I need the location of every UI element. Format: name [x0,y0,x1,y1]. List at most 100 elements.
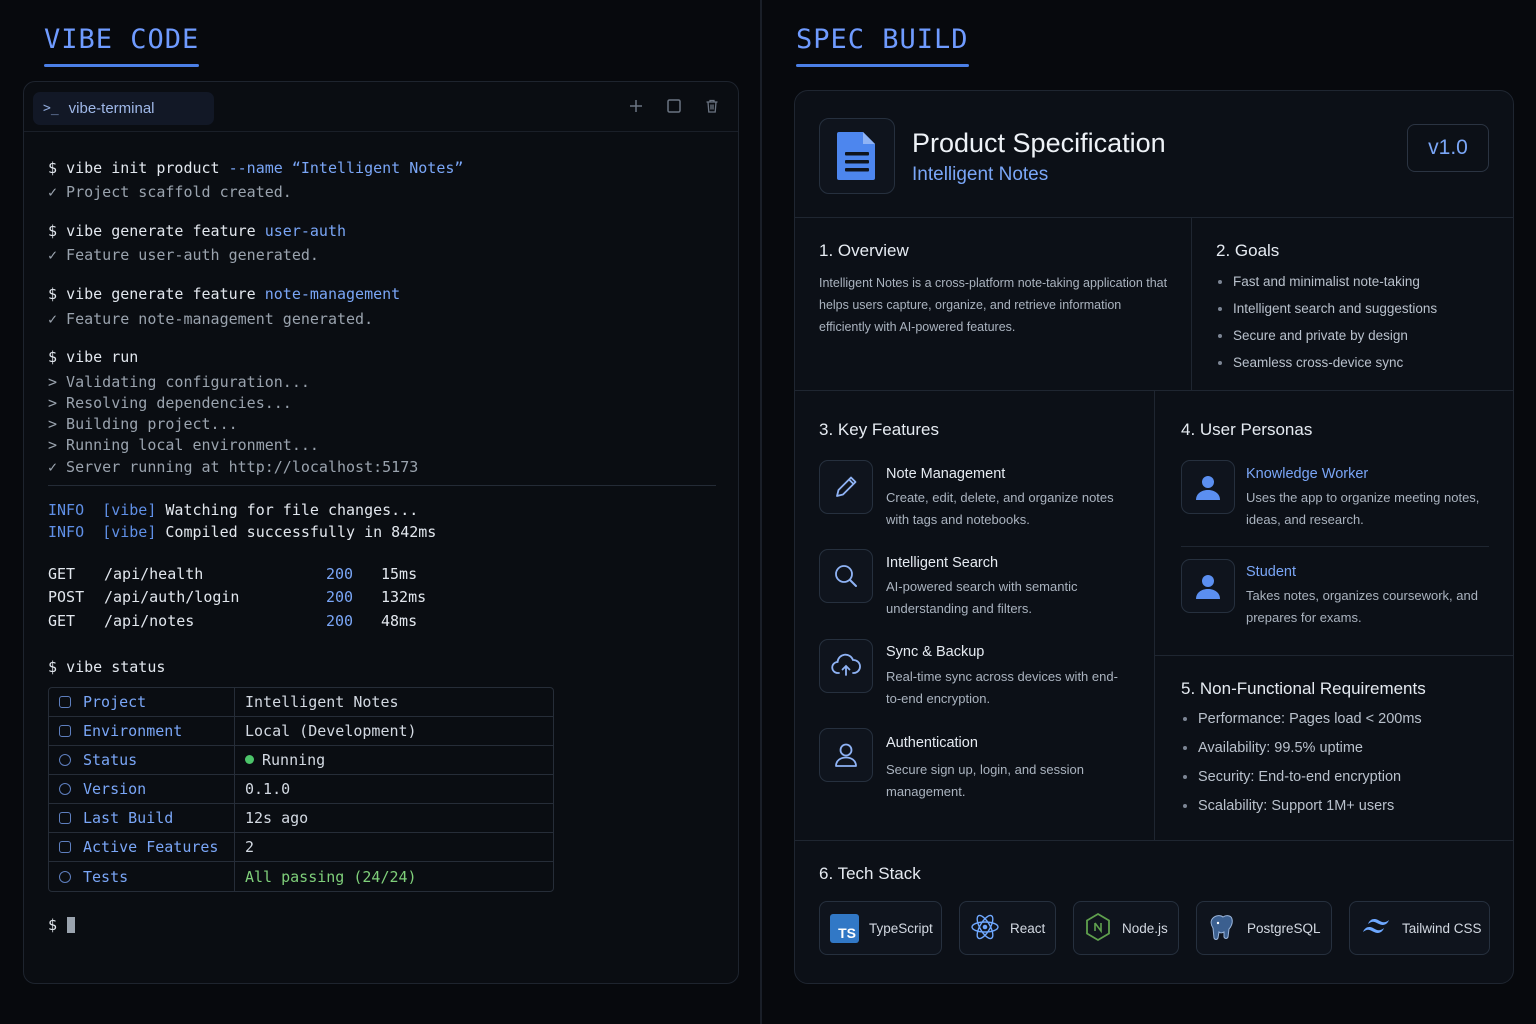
feature-desc: Create, edit, delete, and organize notes… [886,490,1114,527]
terminal-line: $ vibe run [48,348,139,366]
list-item: Fast and minimalist note-taking [1216,273,1437,300]
tech-label: React [1010,920,1046,936]
list-item: Intelligent search and suggestions [1216,300,1437,327]
cursor [67,917,76,933]
build-icon [59,812,71,824]
terminal-line: > Building project... [48,415,238,433]
request-time: 15ms [381,565,418,583]
tech-label: Tailwind CSS [1402,920,1482,936]
list-item: Security: End-to-end encryption [1181,768,1422,797]
running-dot [245,755,254,764]
personas-heading: 4. User Personas [1181,420,1313,439]
request-time: 48ms [381,612,418,630]
spec-build-title: SPEC BUILD [796,24,969,67]
divider [1154,390,1155,840]
maximize-icon[interactable] [664,96,684,116]
request-path: /api/auth/login [104,588,240,606]
postgresql-icon [1207,912,1237,945]
tech-stack-heading: 6. Tech Stack [819,864,921,883]
terminal-tab[interactable]: >_ vibe-terminal [33,92,214,125]
feature-title: Note Management [886,466,1006,482]
persona-title[interactable]: Knowledge Worker [1246,466,1368,482]
tests-icon [59,870,71,883]
table-row: Last Build 12s ago [49,804,553,833]
typescript-icon: TS [830,913,859,943]
request-method: GET [48,565,76,583]
terminal-line: ✓ Feature note-management generated. [48,310,374,328]
request-time: 132ms [381,588,427,606]
request-method: GET [48,612,76,630]
persona-desc: Takes notes, organizes coursework, and p… [1246,588,1478,625]
persona-title[interactable]: Student [1246,564,1296,580]
version-badge: v1.0 [1407,124,1489,172]
version-icon [59,783,71,795]
list-item: Performance: Pages load < 200ms [1181,710,1422,739]
divider [1154,655,1513,656]
request-path: /api/health [104,565,204,583]
table-row: Active Features 2 [49,833,553,862]
list-item: Availability: 99.5% uptime [1181,739,1422,768]
terminal-line: ✓ Feature user-auth generated. [48,246,319,264]
terminal-header: >_ vibe-terminal [24,82,738,132]
persona-avatar-icon [1181,460,1235,514]
nfr-heading: 5. Non-Functional Requirements [1181,679,1426,698]
vibe-code-title: VIBE CODE [44,24,200,67]
table-row: Status Running [49,746,553,775]
nfr-list: Performance: Pages load < 200ms Availabi… [1181,710,1422,826]
table-row: Project Intelligent Notes [49,688,553,717]
tech-label: Node.js [1122,920,1168,936]
cloud-sync-icon [819,639,873,693]
spec-subtitle: Intelligent Notes [912,164,1049,185]
terminal-input-line[interactable]: $ [48,916,76,934]
goals-list: Fast and minimalist note-taking Intellig… [1216,273,1437,381]
terminal-window: >_ vibe-terminal $ vibe init product --n… [23,81,739,984]
goals-heading: 2. Goals [1216,241,1280,260]
divider [1181,546,1489,547]
persona-desc: Uses the app to organize meeting notes, … [1246,490,1480,527]
nodejs-icon [1084,912,1112,945]
request-path: /api/notes [104,612,195,630]
feature-title: Intelligent Search [886,555,999,571]
terminal-line: $ vibe init product --name “Intelligent … [48,159,464,177]
persona-avatar-icon [1181,559,1235,613]
terminal-line: $ vibe generate feature note-management [48,285,401,303]
divider [795,840,1513,841]
list-item: Secure and private by design [1216,327,1437,354]
log-line: INFO [vibe] Compiled successfully in 842… [48,523,437,541]
tech-label: PostgreSQL [1247,920,1321,936]
feature-desc: Real-time sync across devices with end-t… [886,669,1118,706]
key-features-heading: 3. Key Features [819,420,940,439]
terminal-line: > Running local environment... [48,436,319,454]
tech-typescript: TS TypeScript [819,901,942,955]
react-icon [970,912,1000,945]
environment-icon [59,725,71,737]
terminal-line: ✓ Project scaffold created. [48,183,292,201]
feature-desc: Secure sign up, login, and session manag… [886,762,1085,799]
status-icon [59,754,71,766]
request-status: 200 [326,565,354,583]
user-icon [819,728,873,782]
tech-tailwind: Tailwind CSS [1349,901,1490,955]
list-item: Seamless cross-device sync [1216,354,1437,381]
terminal-line: $ vibe generate feature user-auth [48,222,347,240]
list-item: Scalability: Support 1M+ users [1181,797,1422,826]
search-icon [819,549,873,603]
features-icon [59,841,71,853]
tailwind-icon [1360,916,1392,941]
plus-icon[interactable] [626,96,646,116]
terminal-separator [48,485,716,486]
terminal-line: $ vibe status [48,658,166,676]
pencil-icon [819,460,873,514]
feature-desc: AI-powered search with semantic understa… [886,579,1078,616]
spec-title: Product Specification [912,128,1166,158]
vibe-code-pane: VIBE CODE >_ vibe-terminal $ vibe init p… [0,0,761,1024]
terminal-prompt-icon: >_ [43,101,59,116]
request-status: 200 [326,612,354,630]
tech-label: TypeScript [869,920,933,936]
trash-icon[interactable] [702,96,722,116]
project-icon [59,696,71,708]
tech-nodejs: Node.js [1073,901,1179,955]
table-row: Tests All passing (24/24) [49,862,553,891]
document-icon [819,118,895,194]
divider [795,217,1513,218]
